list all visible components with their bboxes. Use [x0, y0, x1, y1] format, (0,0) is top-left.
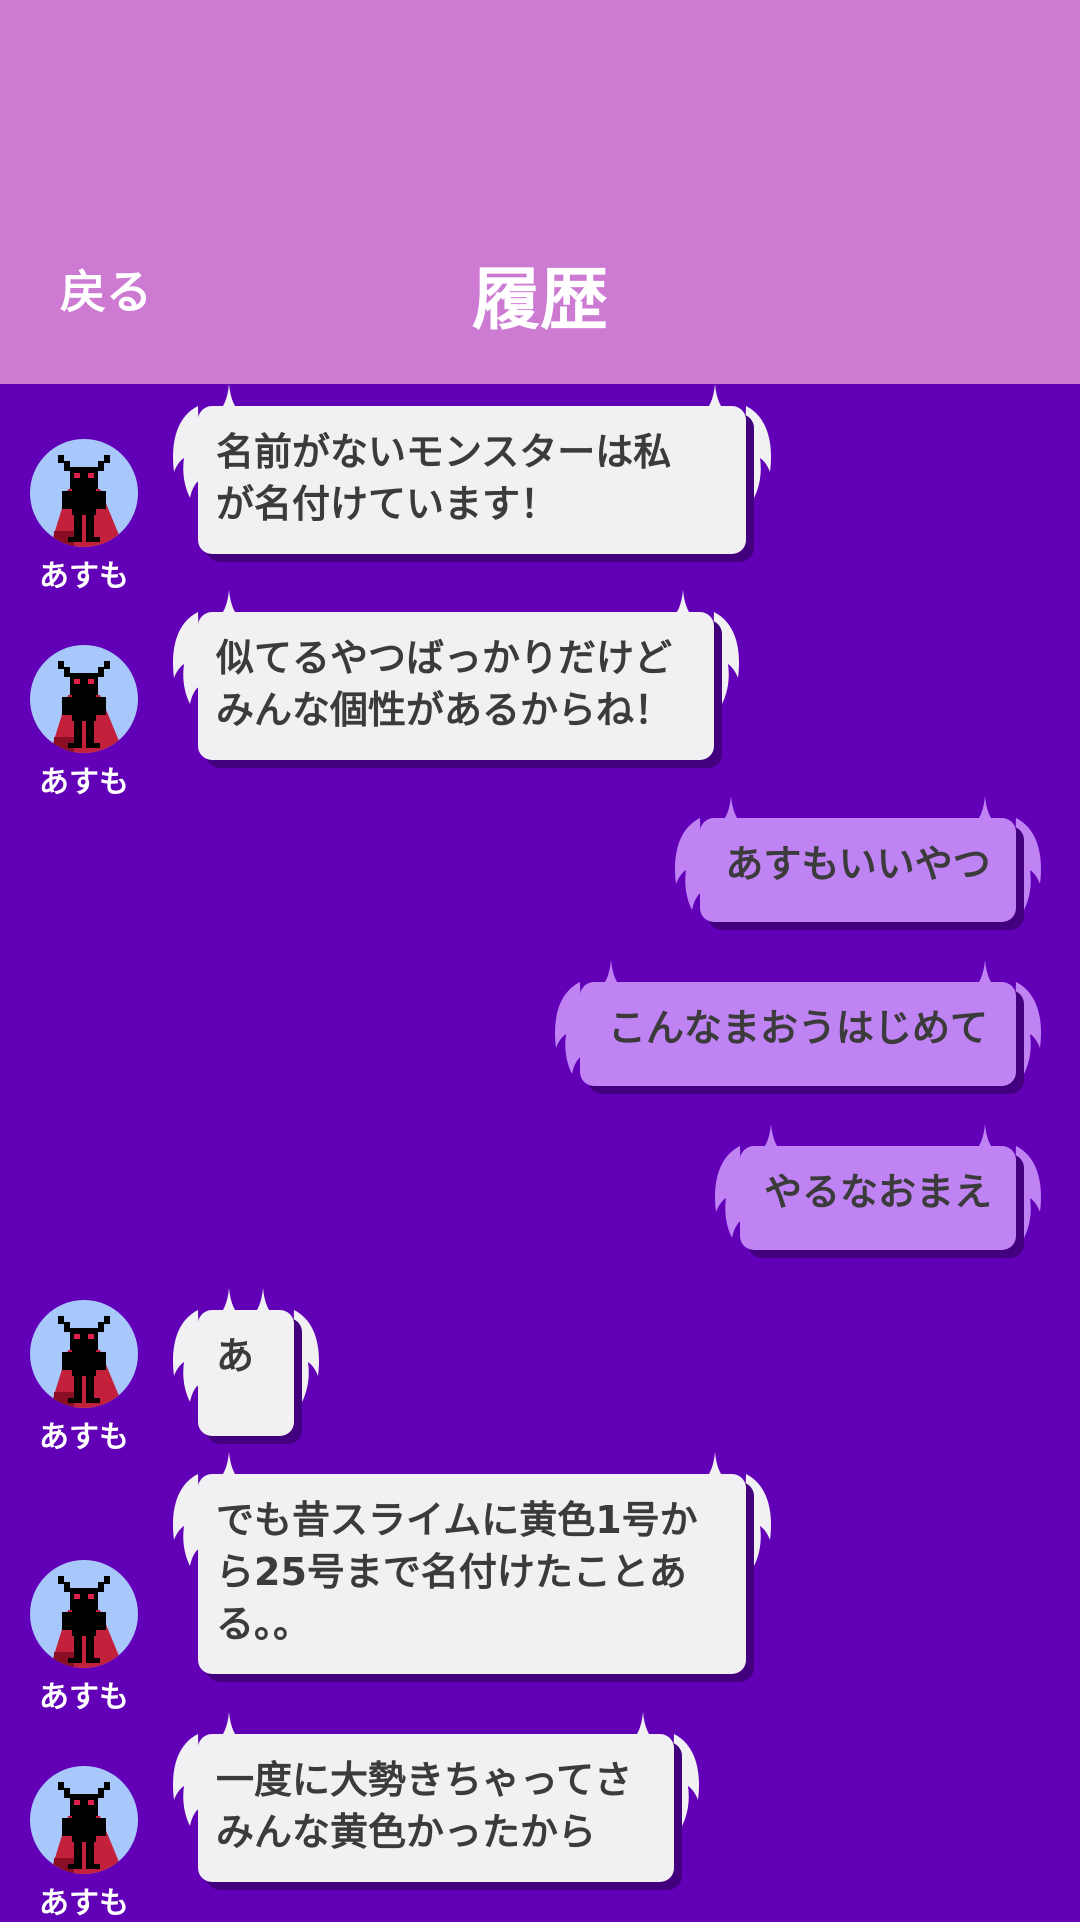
sender-name: あすも [39, 1420, 129, 1455]
message-text: 一度に大勢きちゃってさ みんな黄色かったから [198, 1734, 674, 1882]
message-text: やるなおまえ [740, 1146, 1016, 1250]
sender-name: あすも [39, 559, 129, 594]
message-text: 似てるやつばっかりだけど みんな個性があるからね！ [198, 612, 714, 760]
sender-name: あすも [39, 1680, 129, 1715]
avatar [30, 1560, 138, 1668]
user-message: やるなおまえ [0, 1124, 1080, 1268]
message-text: あすもいいやつ [700, 818, 1016, 922]
npc-message: 一度に大勢きちゃってさ みんな黄色かったから あすも [0, 1712, 1080, 1921]
avatar [30, 439, 138, 547]
avatar [30, 1766, 138, 1874]
avatar [30, 645, 138, 753]
avatar [30, 1300, 138, 1408]
page-title: 履歴 [471, 261, 608, 340]
sender-name: あすも [39, 1886, 129, 1921]
header-bar: 戻る 履歴 [0, 0, 1080, 384]
user-message: あすもいいやつ [0, 796, 1080, 940]
message-text: こんなまおうはじめて [580, 982, 1016, 1086]
message-text: あ [198, 1310, 294, 1436]
message-text: 名前がないモンスターは私 が名付けています！ [198, 406, 746, 554]
npc-message: 似てるやつばっかりだけど みんな個性があるからね！ あすも [0, 590, 1080, 800]
npc-message: あ あすも [0, 1288, 1080, 1455]
message-text: でも昔スライムに黄色1号か ら25号まで名付けたことあ る。。 [198, 1474, 746, 1674]
sender-name: あすも [39, 765, 129, 800]
user-message: こんなまおうはじめて [0, 960, 1080, 1104]
npc-message: でも昔スライムに黄色1号か ら25号まで名付けたことあ る。。 あすも [0, 1452, 1080, 1715]
npc-message: 名前がないモンスターは私 が名付けています！ あすも [0, 384, 1080, 594]
